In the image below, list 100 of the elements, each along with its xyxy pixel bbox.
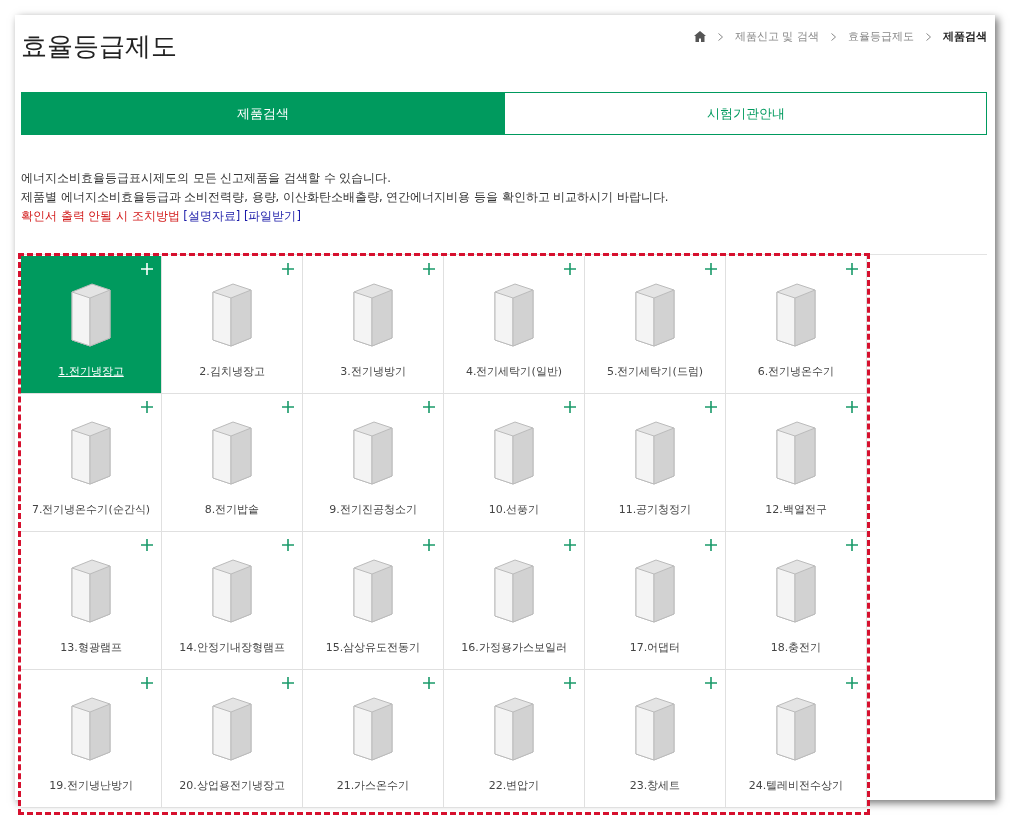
plus-icon[interactable] (141, 677, 153, 689)
appliance-drawing (632, 280, 678, 348)
product-tile[interactable]: 5.전기세탁기(드럼) (585, 256, 726, 394)
product-tile[interactable]: 6.전기냉온수기 (726, 256, 867, 394)
plus-icon[interactable] (564, 401, 576, 413)
plus-icon[interactable] (705, 677, 717, 689)
plus-icon[interactable] (423, 401, 435, 413)
tab[interactable]: 제품검색 (21, 92, 504, 135)
product-tile[interactable]: 3.전기냉방기 (303, 256, 444, 394)
product-label: 21.가스온수기 (336, 778, 410, 793)
appliance-drawing (68, 556, 114, 624)
product-tile[interactable]: 13.형광램프 (21, 532, 162, 670)
intro-text: 에너지소비효율등급표시제도의 모든 신고제품을 검색할 수 있습니다. (21, 171, 392, 186)
product-label: 14.안정기내장형램프 (179, 640, 285, 655)
product-label: 20.상업용전기냉장고 (179, 778, 285, 793)
plus-icon[interactable] (846, 263, 858, 275)
product-tile[interactable]: 22.변압기 (444, 670, 585, 808)
product-tile[interactable]: 20.상업용전기냉장고 (162, 670, 303, 808)
plus-icon[interactable] (141, 539, 153, 551)
appliance-drawing (350, 556, 396, 624)
product-tile[interactable]: 7.전기냉온수기(순간식) (21, 394, 162, 532)
appliance-drawing (209, 694, 255, 762)
intro-text: 제품별 에너지소비효율등급과 소비전력량, 용량, 이산화탄소배출량, 연간에너지비용 등을 확인하고 비교하시기 바랍니다. (21, 190, 670, 205)
product-label: 13.형광램프 (60, 640, 122, 655)
product-tile[interactable]: 10.선풍기 (444, 394, 585, 532)
appliance-drawing (491, 694, 537, 762)
page-title: 효율등급제도 (21, 30, 177, 63)
product-tile[interactable]: 8.전기밥솥 (162, 394, 303, 532)
appliance-drawing (773, 556, 819, 624)
product-label: 18.충전기 (770, 640, 822, 655)
product-label: 4.전기세탁기(일반) (465, 364, 563, 379)
appliance-drawing (209, 280, 255, 348)
product-tile[interactable]: 11.공기청정기 (585, 394, 726, 532)
breadcrumb-link[interactable]: 제품신고 및 검색 (735, 29, 819, 44)
product-tile[interactable]: 21.가스온수기 (303, 670, 444, 808)
plus-icon[interactable] (705, 263, 717, 275)
plus-icon[interactable] (564, 263, 576, 275)
chevron-icon (831, 32, 836, 41)
product-tile[interactable]: 15.삼상유도전동기 (303, 532, 444, 670)
plus-icon[interactable] (282, 539, 294, 551)
product-label: 10.선풍기 (488, 502, 540, 517)
product-tile[interactable]: 2.김치냉장고 (162, 256, 303, 394)
document-link[interactable]: [파일받기] (243, 209, 301, 223)
plus-icon[interactable] (846, 539, 858, 551)
plus-icon[interactable] (282, 677, 294, 689)
plus-icon[interactable] (423, 539, 435, 551)
appliance-drawing (491, 556, 537, 624)
breadcrumb-link[interactable]: 효율등급제도 (848, 29, 914, 44)
product-tile[interactable]: 14.안정기내장형램프 (162, 532, 303, 670)
plus-icon[interactable] (705, 539, 717, 551)
product-label: 19.전기냉난방기 (49, 778, 133, 793)
product-tile[interactable]: 16.가정용가스보일러 (444, 532, 585, 670)
product-label: 22.변압기 (488, 778, 540, 793)
appliance-drawing (632, 418, 678, 486)
plus-icon[interactable] (846, 677, 858, 689)
product-label: 6.전기냉온수기 (757, 364, 835, 379)
appliance-drawing (773, 280, 819, 348)
product-tile[interactable]: 23.창세트 (585, 670, 726, 808)
appliance-drawing (68, 694, 114, 762)
appliance-drawing (632, 556, 678, 624)
product-label: 9.전기진공청소기 (329, 502, 417, 517)
product-tile[interactable]: 17.어댑터 (585, 532, 726, 670)
product-label: 2.김치냉장고 (199, 364, 265, 379)
appliance-drawing (209, 556, 255, 624)
appliance-drawing (350, 280, 396, 348)
product-label: 11.공기청정기 (618, 502, 692, 517)
home-icon[interactable] (694, 31, 706, 42)
plus-icon[interactable] (564, 677, 576, 689)
plus-icon[interactable] (141, 401, 153, 413)
appliance-drawing (350, 694, 396, 762)
breadcrumb-current: 제품검색 (943, 29, 987, 44)
appliance-drawing (632, 694, 678, 762)
product-tile[interactable]: 4.전기세탁기(일반) (444, 256, 585, 394)
product-label: 24.텔레비전수상기 (748, 778, 844, 793)
plus-icon[interactable] (846, 401, 858, 413)
product-label: 23.창세트 (629, 778, 681, 793)
product-tile[interactable]: 1.전기냉장고 (21, 256, 162, 394)
product-label: 5.전기세탁기(드럼) (606, 364, 704, 379)
appliance-drawing (350, 418, 396, 486)
product-tile[interactable]: 12.백열전구 (726, 394, 867, 532)
appliance-drawing (773, 694, 819, 762)
plus-icon[interactable] (564, 539, 576, 551)
product-tile[interactable]: 19.전기냉난방기 (21, 670, 162, 808)
product-tile[interactable]: 24.텔레비전수상기 (726, 670, 867, 808)
chevron-icon (718, 32, 723, 41)
appliance-drawing (68, 280, 114, 348)
plus-icon[interactable] (423, 677, 435, 689)
notice-link[interactable]: 확인서 출력 안될 시 조치방법 (21, 209, 180, 223)
plus-icon[interactable] (423, 263, 435, 275)
product-tile[interactable]: 18.충전기 (726, 532, 867, 670)
tab[interactable]: 시험기관안내 (504, 92, 987, 135)
product-label: 3.전기냉방기 (340, 364, 406, 379)
plus-icon[interactable] (705, 401, 717, 413)
plus-icon[interactable] (282, 263, 294, 275)
appliance-drawing (68, 418, 114, 486)
product-tile[interactable]: 9.전기진공청소기 (303, 394, 444, 532)
product-label: 12.백열전구 (765, 502, 827, 517)
plus-icon[interactable] (282, 401, 294, 413)
document-link[interactable]: [설명자료] (183, 209, 241, 223)
product-label: 7.전기냉온수기(순간식) (31, 502, 151, 517)
